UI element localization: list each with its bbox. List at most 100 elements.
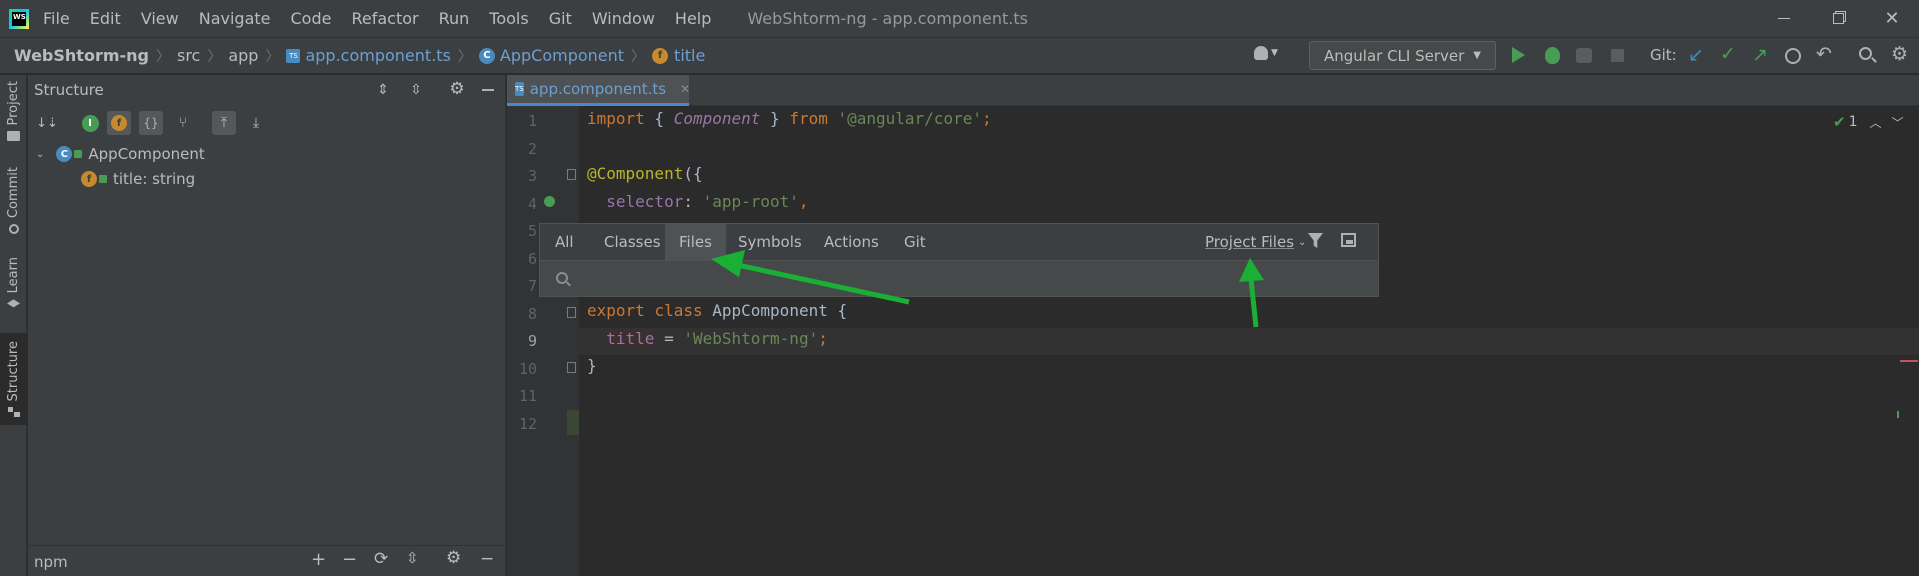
run-config-select[interactable]: Angular CLI Server ▼ [1309, 41, 1496, 70]
npm-settings-button[interactable]: ⚙ [446, 548, 461, 568]
user-menu-button[interactable]: ▼ [1254, 46, 1278, 60]
tab-symbols[interactable]: Symbols [724, 224, 816, 260]
breadcrumb-class[interactable]: C AppComponent [478, 46, 625, 65]
chevron-down-icon[interactable]: ﹀ [1892, 114, 1904, 131]
menu-code[interactable]: Code [291, 9, 332, 28]
filter-button[interactable] [1308, 233, 1323, 248]
history-button[interactable] [1785, 48, 1801, 64]
stop-button[interactable] [1611, 49, 1624, 62]
breadcrumb-file[interactable]: TS app.component.ts [286, 46, 451, 65]
code-line-9[interactable]: title = 'WebShtorm-ng'; [587, 329, 828, 348]
panel-settings-button[interactable]: ⚙ [445, 77, 469, 101]
error-stripe-marker[interactable] [1897, 411, 1899, 418]
tool-tab-commit[interactable]: Commit [0, 167, 27, 235]
code-line-4[interactable]: selector: 'app-root', [587, 192, 808, 211]
collapse-all-button[interactable]: ⇳ [404, 78, 428, 102]
menu-tools[interactable]: Tools [489, 9, 528, 28]
breadcrumb-field[interactable]: f title [652, 46, 705, 65]
search-input[interactable] [580, 265, 1360, 291]
fold-marker-icon[interactable] [567, 169, 576, 180]
breadcrumb-separator-icon: 〉 [265, 48, 280, 65]
breadcrumb-project[interactable]: WebShtorm-ng [14, 46, 149, 65]
code-line-3[interactable]: @Component({ [587, 164, 703, 183]
tab-files[interactable]: Files [665, 224, 726, 260]
error-stripe-marker[interactable] [1900, 360, 1918, 362]
scope-select[interactable]: Project Files ⌄ [1205, 224, 1306, 260]
autoscroll-to-source-button[interactable]: ⤒ [212, 111, 236, 135]
menu-view[interactable]: View [141, 9, 179, 28]
search-icon [1859, 47, 1877, 63]
inherited-icon: I [81, 114, 99, 132]
tab-all[interactable]: All [541, 224, 588, 260]
add-button[interactable]: + [311, 549, 326, 570]
debug-button[interactable] [1545, 47, 1560, 64]
breadcrumb-src[interactable]: src [177, 46, 200, 65]
typescript-file-icon: TS [515, 82, 524, 96]
tree-node-class[interactable]: ⌄ C AppComponent [36, 144, 205, 164]
remove-button[interactable]: − [342, 549, 357, 570]
tab-git[interactable]: Git [890, 224, 940, 260]
search-field [540, 260, 1378, 296]
git-commit-button[interactable]: ✓ [1720, 43, 1736, 65]
learn-icon [7, 299, 20, 308]
breadcrumb-field-label: title [674, 46, 706, 65]
fold-marker-icon[interactable] [567, 307, 576, 318]
line-number: 11 [518, 387, 537, 405]
implemented-marker-icon[interactable] [544, 196, 555, 207]
git-update-button[interactable]: ↙ [1688, 44, 1704, 66]
left-tool-strip: Project Commit Learn Structure [0, 75, 27, 576]
fold-marker-icon[interactable] [567, 362, 576, 373]
tool-tab-structure[interactable]: Structure [0, 333, 27, 426]
tool-tab-learn[interactable]: Learn [0, 257, 27, 309]
rollback-button[interactable]: ↶ [1816, 43, 1832, 65]
code-line-10[interactable]: } [587, 356, 597, 375]
menu-file[interactable]: File [43, 9, 70, 28]
npm-hide-button[interactable]: − [480, 549, 494, 569]
close-tab-icon[interactable]: ✕ [680, 82, 690, 96]
show-lambdas-button[interactable]: {} [139, 111, 163, 135]
coverage-button[interactable] [1576, 48, 1592, 63]
search-everywhere-button[interactable] [1859, 47, 1877, 63]
collapse-button[interactable]: ⇳ [406, 549, 419, 567]
hide-panel-button[interactable] [476, 78, 500, 102]
checkmark-icon: ✔ [1833, 113, 1846, 131]
show-hierarchy-button[interactable]: ⑂ [171, 111, 195, 135]
filter-icon [1308, 233, 1323, 248]
minimize-button[interactable] [1757, 0, 1811, 37]
menu-git[interactable]: Git [549, 9, 572, 28]
code-line-1[interactable]: import { Component } from '@angular/core… [587, 109, 992, 128]
settings-button[interactable]: ⚙ [1891, 43, 1908, 65]
menu-refactor[interactable]: Refactor [351, 9, 418, 28]
close-button[interactable]: ✕ [1865, 0, 1919, 37]
tab-classes[interactable]: Classes [590, 224, 675, 260]
menu-window[interactable]: Window [592, 9, 655, 28]
chevron-up-icon[interactable]: ︿ [1870, 114, 1882, 131]
run-button[interactable] [1512, 47, 1525, 63]
tool-tab-project[interactable]: Project [0, 81, 27, 142]
git-label: Git: [1650, 46, 1677, 64]
menu-navigate[interactable]: Navigate [199, 9, 271, 28]
open-in-find-window-button[interactable] [1341, 233, 1356, 247]
show-inherited-button[interactable]: I [78, 111, 102, 135]
breadcrumb-app[interactable]: app [228, 46, 258, 65]
menu-edit[interactable]: Edit [90, 9, 121, 28]
refresh-button[interactable]: ⟳ [374, 549, 388, 569]
line-number: 1 [527, 112, 537, 130]
code-line-8[interactable]: export class AppComponent { [587, 301, 847, 320]
autoscroll-from-source-button[interactable]: ⤓ [244, 111, 268, 135]
line-number: 7 [527, 277, 537, 295]
sort-alphabetically-button[interactable]: ↓⇣ [35, 111, 59, 135]
breadcrumb-class-label: AppComponent [499, 46, 625, 65]
menu-help[interactable]: Help [675, 9, 711, 28]
tab-actions[interactable]: Actions [810, 224, 893, 260]
git-push-button[interactable]: ↗ [1752, 44, 1768, 66]
restore-button[interactable] [1811, 0, 1865, 37]
show-fields-button[interactable]: f [107, 111, 131, 135]
close-icon: ✕ [1884, 8, 1900, 29]
editor-tab[interactable]: TS app.component.ts ✕ [507, 75, 690, 106]
breadcrumb-separator-icon: 〉 [155, 48, 170, 65]
inspection-widget[interactable]: ✔ 1 ︿ ﹀ [1833, 113, 1904, 131]
menu-run[interactable]: Run [439, 9, 470, 28]
tree-node-field[interactable]: f title: string [81, 169, 195, 189]
expand-all-button[interactable]: ⇕ [371, 78, 395, 102]
